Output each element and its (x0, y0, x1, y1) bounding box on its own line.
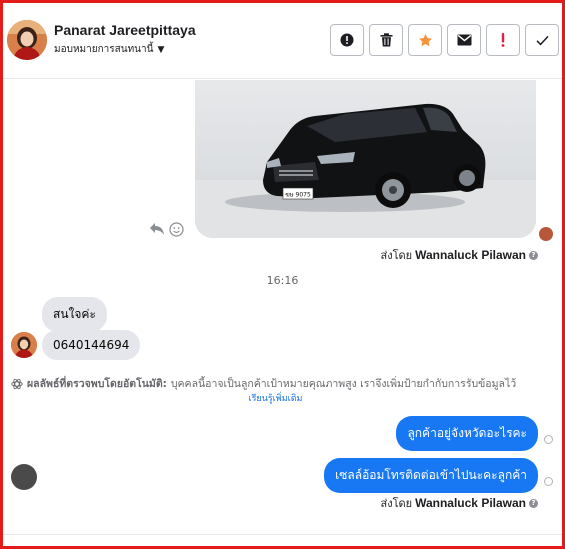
learn-more-link[interactable]: เรียนรู้เพิ่มเติม (3, 391, 548, 405)
contact-name: Panarat Jareetpittaya (54, 22, 196, 38)
delivered-status-icon (544, 435, 553, 444)
star-icon (418, 33, 432, 46)
star-button[interactable] (408, 24, 442, 56)
assign-conversation-dropdown[interactable]: มอบหมายการสนทนานี้ ▼ (54, 42, 164, 57)
composer-divider (3, 534, 562, 546)
help-icon[interactable]: ? (529, 250, 538, 260)
assign-label: มอบหมายการสนทนานี้ (54, 44, 154, 55)
contact-avatar-small (11, 332, 37, 358)
message-thread: ฆษ 9075 ส่งโดย Wannaluck Pilawan ? 16:16… (3, 80, 562, 546)
sender-name: Wannaluck Pilawan (415, 496, 526, 510)
caret-down-icon: ▼ (157, 44, 165, 55)
done-button[interactable] (525, 24, 559, 56)
sent-by-prefix: ส่งโดย (380, 497, 413, 510)
outgoing-message[interactable]: ลูกค้าอยู่จังหวัดอะไรคะ (396, 416, 538, 451)
sent-by-label: ส่งโดย Wannaluck Pilawan ? (380, 494, 538, 512)
detection-text: บุคคลนี้อาจเป็นลูกค้าเป้าหมายคุณภาพสูง เ… (170, 378, 517, 390)
ai-detection-icon (11, 378, 23, 389)
header-actions (330, 24, 559, 56)
car-photo[interactable]: ฆษ 9075 (195, 80, 536, 238)
alert-button[interactable] (330, 24, 364, 56)
outgoing-message[interactable]: เซลล์อ้อมโทรติดต่อเข้าไปนะคะลูกค้า (324, 458, 538, 493)
car-plate: ฆษ 9075 (285, 192, 311, 199)
conversation-header: Panarat Jareetpittaya มอบหมายการสนทนานี้… (3, 3, 562, 79)
important-button[interactable] (486, 24, 520, 56)
info-circle-icon (340, 33, 354, 47)
sent-by-label: ส่งโดย Wannaluck Pilawan ? (380, 246, 538, 264)
envelope-icon (457, 34, 471, 46)
delivered-status-icon (544, 477, 553, 486)
contact-avatar[interactable] (7, 20, 47, 60)
reply-icon[interactable] (149, 222, 165, 236)
auto-detection-notice: ผลลัพธ์ที่ตรวจพบโดยอัตโนมัติ: บุคคลนี้อา… (11, 375, 556, 392)
composer-avatar (11, 464, 37, 490)
help-icon[interactable]: ? (529, 498, 538, 508)
sender-name: Wannaluck Pilawan (415, 248, 526, 262)
sent-by-prefix: ส่งโดย (380, 249, 413, 262)
emoji-reaction-icon[interactable] (169, 222, 184, 237)
app-window: Panarat Jareetpittaya มอบหมายการสนทนานี้… (0, 0, 565, 549)
mail-button[interactable] (447, 24, 481, 56)
trash-icon (380, 33, 392, 47)
exclamation-icon (501, 33, 505, 47)
delete-button[interactable] (369, 24, 403, 56)
sender-mini-avatar (539, 227, 553, 241)
incoming-message[interactable]: 0640144694 (42, 330, 141, 360)
detection-label: ผลลัพธ์ที่ตรวจพบโดยอัตโนมัติ: (27, 378, 167, 390)
check-icon (535, 35, 549, 45)
incoming-message[interactable]: สนใจค่ะ (42, 297, 107, 332)
message-timestamp: 16:16 (266, 274, 299, 287)
